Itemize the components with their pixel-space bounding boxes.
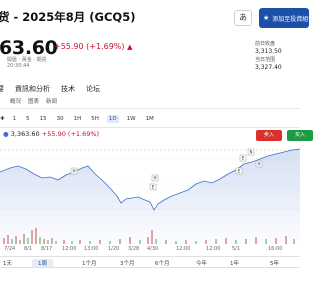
event-marker[interactable]: H [151,174,159,182]
period-1m[interactable]: 1个月 [82,259,97,267]
x-tick: 5/1 [232,246,241,252]
event-marker[interactable]: E [239,154,247,162]
svg-text:H: H [72,169,75,174]
price-area [0,149,300,244]
prev-close-value: 3,313.50 [255,48,282,55]
day-range-label: 当日范围 [255,57,276,63]
x-tick: 13:00 [84,246,99,252]
sell-button[interactable]: 卖入 [256,130,282,141]
buy-button[interactable]: 买入 [287,130,313,141]
price-change: +55.90 (+1.69%) ▲ [54,42,132,51]
up-arrow-icon: ▲ [127,43,133,51]
star-icon: ★ [263,14,270,22]
x-tick: 8/17 [41,246,53,252]
timeframe-1m[interactable]: 1M [144,115,156,123]
subtab-overview[interactable]: 概况 [10,97,21,105]
x-axis: 7/24 8/1 8/17 12:00 13:00 1/20 3/28 4/30… [0,244,300,256]
page-title: 货 - 2025年8月 (GCQ5) [0,10,136,24]
price-change-value: +55.90 (+1.69%) [54,42,125,51]
timeframe-15[interactable]: 15 [38,115,49,123]
x-tick: 12:00 [206,246,221,252]
main-tabs: 要 資訊和分析 技术 论坛 [0,84,100,94]
chart-legend: ● 3,363.60 +55.90 (+1.69%) [3,130,99,138]
divider [0,127,300,128]
day-range-value: 3,327.40 [255,64,282,71]
event-marker[interactable]: N [247,148,255,156]
timeframe-5h[interactable]: 5H [89,115,101,123]
crosshair-icon[interactable]: ✚ [0,116,5,122]
x-tick: 12:00 [62,246,77,252]
period-1y[interactable]: 1年 [230,259,239,267]
period-3m[interactable]: 3个月 [120,259,135,267]
period-6m[interactable]: 6个月 [155,259,170,267]
divider [0,108,300,109]
tab-summary[interactable]: 要 [0,84,4,94]
timeframe-selector: ✚ 1 5 15 30 1H 5H 1D 1W 1M [0,115,156,123]
x-tick: 7/24 [4,246,16,252]
timeframe-5[interactable]: 5 [24,115,32,123]
timeframe-1h[interactable]: 1H [72,115,84,123]
timeframe-1[interactable]: 1 [11,115,19,123]
period-1w[interactable]: 1周 [32,259,53,267]
event-marker[interactable]: H [255,160,263,168]
period-5y[interactable]: 5年 [270,259,279,267]
timeframe-30[interactable]: 30 [55,115,66,123]
x-tick: 1/20 [108,246,120,252]
svg-text:N: N [250,150,253,155]
period-tabs: 1天 1周 1个月 3个月 6个月 今年 1年 5年 [0,256,300,268]
legend-dot-icon: ● [3,130,9,138]
timeframe-1d[interactable]: 1D [106,115,119,123]
prev-close-label: 前日收盘 [255,41,276,47]
prev-close-block: 前日收盘 3,313.50 [255,40,282,55]
tab-technical[interactable]: 技术 [61,84,75,94]
event-marker[interactable]: E [149,183,157,191]
legend-value: 3,363.60 [10,130,40,138]
legend-change: +55.90 (+1.69%) [41,130,100,138]
event-marker[interactable]: H [70,167,78,175]
timeframe-1w[interactable]: 1W [125,115,138,123]
x-tick: 4/30 [147,246,159,252]
x-tick: 12:00 [176,246,191,252]
sub-tabs: 概况 图表 新闻 [10,97,57,105]
price-chart[interactable]: H H E E N H E [0,144,300,244]
period-1d[interactable]: 1天 [3,259,12,267]
add-to-portfolio-button[interactable]: ★ 添加至投資組合 [259,8,314,28]
language-button[interactable]: あ [234,10,252,26]
period-ytd[interactable]: 今年 [196,259,207,267]
svg-text:H: H [153,176,156,181]
x-tick: 3/28 [128,246,140,252]
svg-text:H: H [257,162,260,167]
x-tick: 16:00 [268,246,283,252]
subtab-news[interactable]: 新闻 [46,97,57,105]
day-range-block: 当日范围 3,327.40 [255,56,282,71]
tab-forum[interactable]: 论坛 [86,84,100,94]
x-tick: 8/1 [24,246,33,252]
tab-news-analysis[interactable]: 資訊和分析 [15,84,50,94]
quote-meta: 開盤 · 黃金 · 期貨 [7,57,47,63]
event-marker[interactable]: E [235,167,243,175]
quote-time: 20:30:44 [7,63,30,69]
subtab-chart[interactable]: 图表 [28,97,39,105]
add-to-portfolio-label: 添加至投資組合 [272,15,315,23]
